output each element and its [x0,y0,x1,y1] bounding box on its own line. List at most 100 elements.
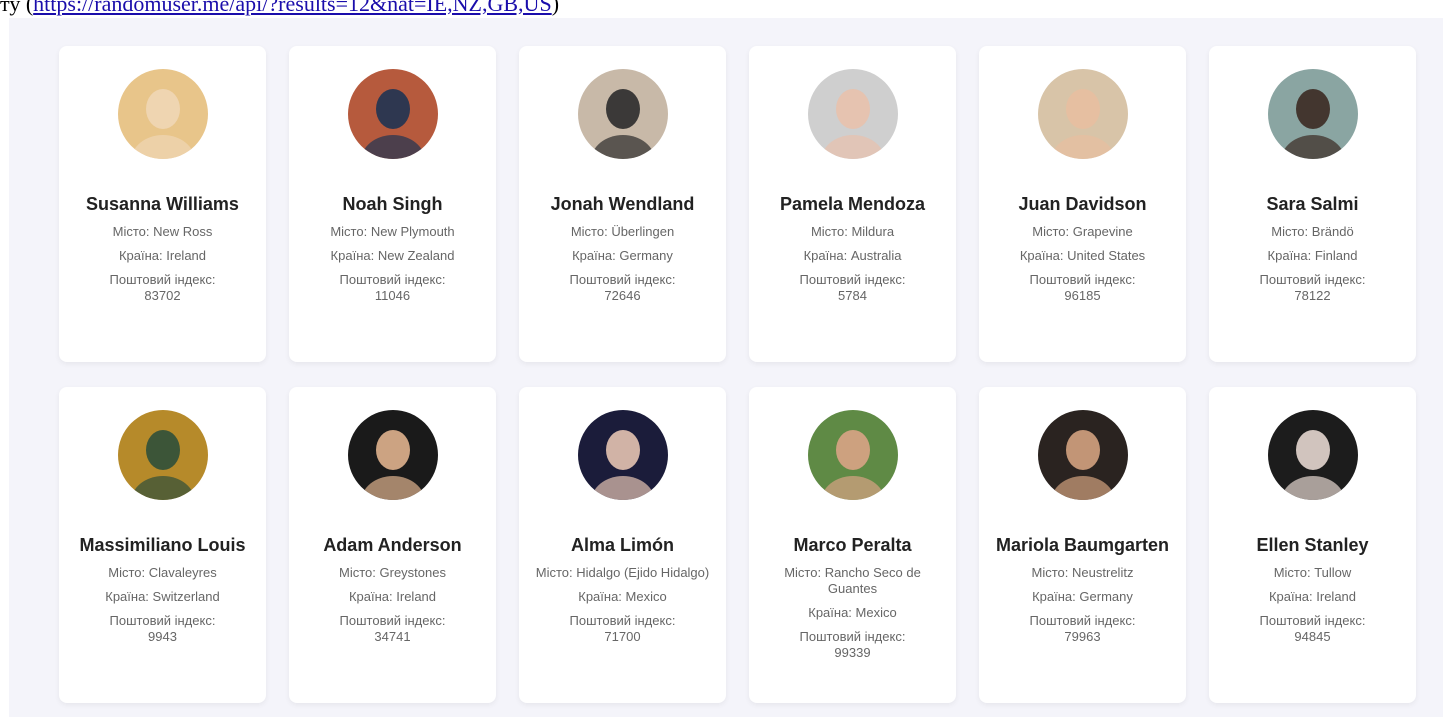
postcode-value: 94845 [1294,629,1331,644]
postcode-label: Поштовий індекс: [109,272,216,287]
country-label: Країна: [348,589,393,604]
postcode-label: Поштовий індекс: [799,629,906,644]
postcode-value: 9943 [148,629,177,644]
postcode-label: Поштовий індекс: [1029,613,1136,628]
user-country: Країна: New Zealand [301,248,484,264]
user-avatar [1037,410,1128,500]
city-value: Mildura [851,224,895,239]
city-value: New Plymouth [370,224,455,239]
city-value: Hidalgo (Ejido Hidalgo) [576,565,710,580]
country-label: Країна: [1267,248,1312,263]
user-name: Mariola Baumgarten [995,535,1170,555]
user-name: Noah Singh [342,194,443,214]
user-country: Країна: Mexico [761,605,944,621]
city-label: Місто: [108,565,146,580]
user-card: Jonah Wendland Місто: Überlingen Країна:… [519,46,726,362]
city-value: Brändö [1311,224,1354,239]
user-card: Marco Peralta Місто: Rancho Seco de Guan… [749,387,956,703]
postcode-label: Поштовий індекс: [1029,272,1136,287]
source-prefix: ту [0,0,21,16]
city-value: Neustrelitz [1072,565,1134,580]
country-value: Mexico [625,589,667,604]
city-value: New Ross [153,224,213,239]
user-postcode: Поштовий індекс: 79963 [991,613,1174,645]
postcode-label: Поштовий індекс: [569,272,676,287]
user-postcode: Поштовий індекс: 72646 [531,272,714,304]
country-value: New Zealand [377,248,455,263]
user-city: Місто: Grapevine [991,224,1174,240]
postcode-label: Поштовий індекс: [799,272,906,287]
country-value: Switzerland [152,589,220,604]
user-city: Місто: Neustrelitz [991,565,1174,581]
user-postcode: Поштовий індекс: 96185 [991,272,1174,304]
city-value: Grapevine [1072,224,1133,239]
city-label: Місто: [1032,224,1070,239]
source-note: ту (https://randomuser.me/api/?results=1… [0,0,559,17]
user-postcode: Поштовий індекс: 94845 [1221,613,1404,645]
city-label: Місто: [112,224,150,239]
user-avatar [1037,69,1128,159]
user-name: Marco Peralta [793,535,912,555]
user-country: Країна: Switzerland [71,589,254,605]
country-value: Australia [850,248,902,263]
user-city: Місто: Greystones [301,565,484,581]
country-value: Ireland [166,248,207,263]
postcode-value: 71700 [604,629,641,644]
avatar-photo-icon [117,410,208,500]
user-name: Pamela Mendoza [779,194,926,214]
user-card: Sara Salmi Місто: Brändö Країна: Finland… [1209,46,1416,362]
avatar-photo-icon [1037,69,1128,159]
user-card: Noah Singh Місто: New Plymouth Країна: N… [289,46,496,362]
postcode-value: 5784 [838,288,867,303]
city-label: Місто: [339,565,376,580]
user-card: Mariola Baumgarten Місто: Neustrelitz Кр… [979,387,1186,703]
avatar-photo-icon [117,69,208,159]
country-value: Germany [1079,589,1133,604]
city-value: Tullow [1314,565,1352,580]
user-postcode: Поштовий індекс: 9943 [71,613,254,645]
user-country: Країна: Germany [991,589,1174,605]
source-suffix: ) [551,0,560,16]
user-city: Місто: Rancho Seco de Guantes [761,565,944,597]
postcode-value: 34741 [374,629,411,644]
user-card-grid: Susanna Williams Місто: New Ross Країна:… [59,46,1416,703]
user-name: Susanna Williams [86,194,239,214]
user-postcode: Поштовий індекс: 78122 [1221,272,1404,304]
user-card: Adam Anderson Місто: Greystones Країна: … [289,387,496,703]
country-label: Країна: [1019,248,1064,263]
city-label: Місто: [570,224,608,239]
source-link[interactable]: https://randomuser.me/api/?results=12&na… [33,0,552,16]
user-postcode: Поштовий індекс: 34741 [301,613,484,645]
user-postcode: Поштовий індекс: 5784 [761,272,944,304]
user-country: Країна: Australia [761,248,944,264]
city-value: Clavaleyres [148,565,217,580]
user-name: Alma Limón [570,535,674,555]
user-city: Місто: Überlingen [531,224,714,240]
postcode-label: Поштовий індекс: [339,272,446,287]
users-panel: Susanna Williams Місто: New Ross Країна:… [9,18,1443,717]
user-avatar [1267,410,1358,500]
postcode-label: Поштовий індекс: [339,613,446,628]
avatar-photo-icon [347,410,438,500]
user-country: Країна: Finland [1221,248,1404,264]
user-city: Місто: Mildura [761,224,944,240]
user-name: Adam Anderson [323,535,462,555]
avatar-photo-icon [577,410,668,500]
postcode-value: 79963 [1064,629,1101,644]
city-value: Greystones [379,565,446,580]
user-city: Місто: Tullow [1221,565,1404,581]
city-label: Місто: [330,224,368,239]
postcode-value: 83702 [144,288,181,303]
city-label: Місто: [784,565,822,580]
city-label: Місто: [1031,565,1069,580]
country-value: Mexico [855,605,897,620]
user-name: Juan Davidson [1018,194,1147,214]
postcode-label: Поштовий індекс: [1259,613,1366,628]
user-postcode: Поштовий індекс: 11046 [301,272,484,304]
user-avatar [807,69,898,159]
city-label: Місто: [535,565,573,580]
user-avatar [1267,69,1358,159]
user-avatar [117,69,208,159]
user-country: Країна: Ireland [71,248,254,264]
country-label: Країна: [808,605,852,620]
